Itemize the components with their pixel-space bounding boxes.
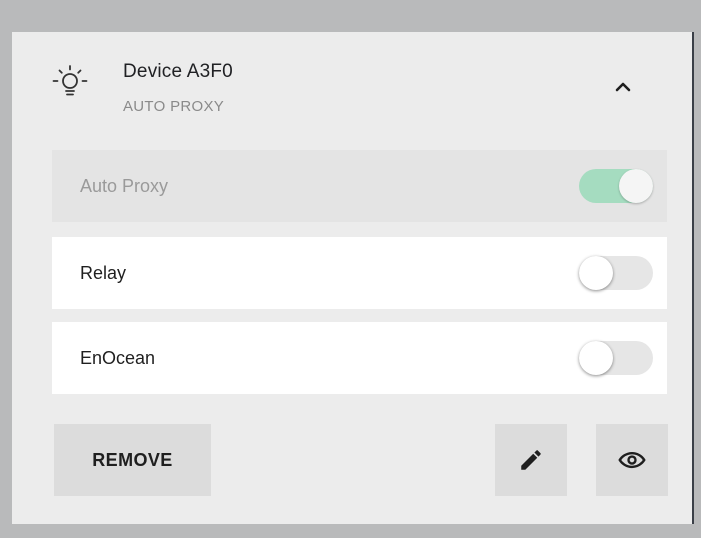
device-card: Device A3F0 AUTO PROXY Auto Proxy Relay … <box>12 32 694 524</box>
relay-toggle[interactable] <box>579 256 653 290</box>
chevron-up-icon[interactable] <box>608 72 638 102</box>
remove-button[interactable]: REMOVE <box>54 424 211 496</box>
view-button[interactable] <box>596 424 668 496</box>
panel-frame: Device A3F0 AUTO PROXY Auto Proxy Relay … <box>0 6 701 538</box>
setting-row-relay: Relay <box>52 237 667 309</box>
edit-button[interactable] <box>495 424 567 496</box>
auto-proxy-toggle[interactable] <box>579 169 653 203</box>
setting-label: EnOcean <box>80 347 156 368</box>
setting-label: Auto Proxy <box>80 175 169 196</box>
toggle-knob <box>579 341 613 375</box>
eye-icon <box>617 445 647 475</box>
setting-row-enocean: EnOcean <box>52 322 667 394</box>
device-subtitle: AUTO PROXY <box>123 98 225 115</box>
enocean-toggle[interactable] <box>579 341 653 375</box>
toggle-knob <box>619 169 653 203</box>
toggle-knob <box>579 256 613 290</box>
pencil-icon <box>518 447 544 473</box>
setting-label: Relay <box>80 262 127 283</box>
setting-row-auto-proxy: Auto Proxy <box>52 150 667 222</box>
device-header[interactable]: Device A3F0 AUTO PROXY <box>12 32 692 142</box>
lightbulb-icon <box>50 62 90 102</box>
device-name: Device A3F0 <box>123 61 233 82</box>
